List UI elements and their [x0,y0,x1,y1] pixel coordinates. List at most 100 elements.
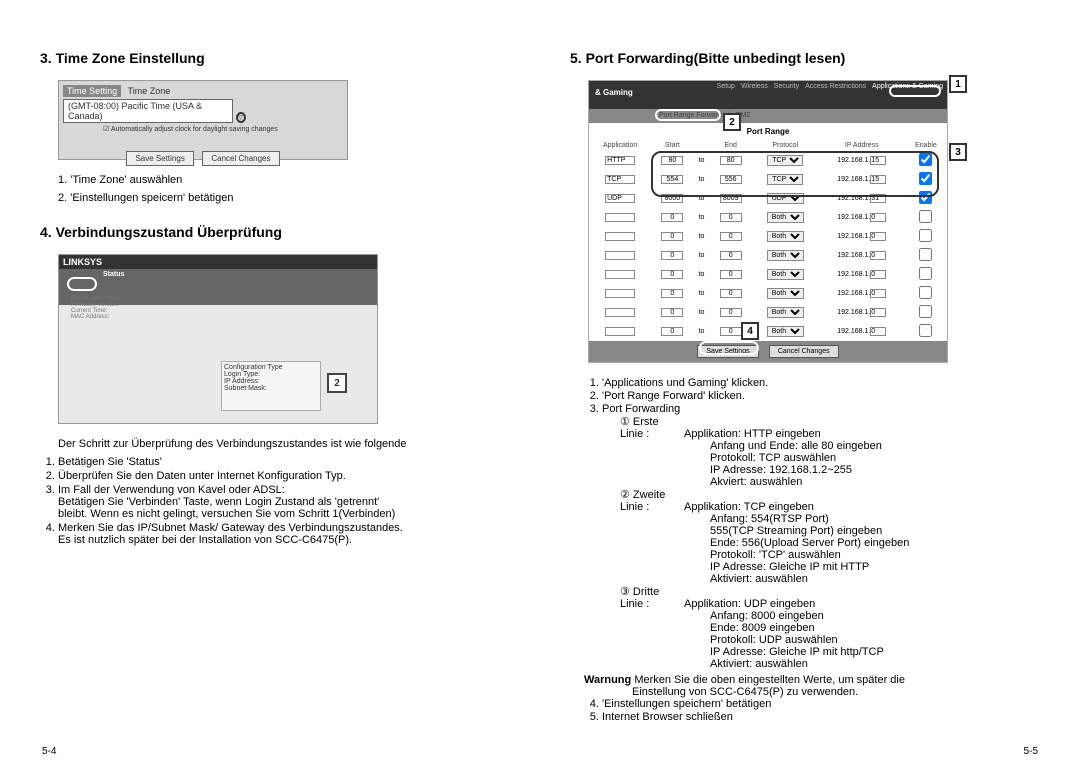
ip-input[interactable] [870,289,886,298]
tz-note2: 2. 'Einstellungen speicern' betätigen [58,192,510,204]
s4-intro: Der Schritt zur Überprüfung des Verbindu… [58,438,510,450]
enable-checkbox[interactable] [919,248,932,261]
protocol-select[interactable]: TCP [767,155,803,166]
s5-list: 'Applications und Gaming' klicken. 'Port… [602,377,1040,670]
sec4-title: 4. Verbindungszustand Überprüfung [40,224,510,240]
list-item: Im Fall der Verwendung von Kavel oder AD… [58,484,510,520]
enable-checkbox[interactable] [919,210,932,223]
end-input[interactable] [720,251,742,260]
save-oval [699,341,759,355]
list-item: 'Einstellungen speichern' betätigen [602,698,1040,710]
protocol-select[interactable]: UDP [767,193,804,204]
table-row: toBoth192.168.1. [589,284,947,303]
callout-2: 2 [327,373,347,393]
app-input[interactable] [605,232,635,241]
warning-line: Warnung Merken Sie die oben eingestellte… [584,674,1040,686]
table-row: toBoth192.168.1. [589,227,947,246]
start-input[interactable] [661,175,683,184]
status-oval [67,277,97,291]
enable-checkbox[interactable] [919,153,932,166]
enable-checkbox[interactable] [919,324,932,337]
s4-list: Betätigen Sie 'Status' Überprüfen Sie de… [58,456,510,546]
end-input[interactable] [720,327,742,336]
start-input[interactable] [661,251,683,260]
enable-checkbox[interactable] [919,305,932,318]
start-input[interactable] [661,213,683,222]
right-page: 5. Port Forwarding(Bitte unbedingt lesen… [570,50,1040,745]
protocol-select[interactable]: Both [767,288,804,299]
enable-checkbox[interactable] [919,267,932,280]
app-input[interactable] [605,213,635,222]
end-input[interactable] [720,270,742,279]
timezone-dropdown[interactable]: (GMT-08:00) Pacific Time (USA & Canada) [63,99,233,123]
end-input[interactable] [720,308,742,317]
list-item: 'Applications und Gaming' klicken. [602,377,1040,389]
start-input[interactable] [661,232,683,241]
list-item: Merken Sie das IP/Subnet Mask/ Gateway d… [58,522,510,546]
portforward-screenshot: & Gaming SetupWirelessSecurityAccess Res… [588,80,948,363]
protocol-select[interactable]: Both [767,269,804,280]
end-input[interactable] [720,232,742,241]
protocol-select[interactable]: Both [767,326,804,337]
enable-checkbox[interactable] [919,191,932,204]
ip-input[interactable] [870,194,886,203]
app-input[interactable] [605,270,635,279]
app-input[interactable] [605,327,635,336]
status-content: Router InformationFirmware Version:Curre… [59,288,377,328]
app-input[interactable] [605,289,635,298]
port-range-header: Port Range [589,123,947,136]
cancel-button[interactable]: Cancel Changes [202,151,279,166]
ip-input[interactable] [870,175,886,184]
end-input[interactable] [720,194,742,203]
timezone-screenshot: Time Setting Time Zone (GMT-08:00) Pacif… [58,80,348,160]
ip-input[interactable] [870,213,886,222]
protocol-select[interactable]: Both [767,250,804,261]
app-input[interactable] [605,194,635,203]
app-input[interactable] [605,156,635,165]
end-input[interactable] [720,175,742,184]
end-input[interactable] [720,213,742,222]
ip-input[interactable] [870,232,886,241]
end-input[interactable] [720,156,742,165]
protocol-select[interactable]: Both [767,307,804,318]
tz-note1: 1. 'Time Zone' auswählen [58,174,510,186]
app-input[interactable] [605,175,635,184]
page-num-left: 5-4 [42,746,56,757]
list-item: 'Port Range Forward' klicken. [602,390,1040,402]
table-row: toBoth192.168.1. [589,303,947,322]
protocol-select[interactable]: Both [767,231,804,242]
ip-input[interactable] [870,308,886,317]
cancel-button[interactable]: Cancel Changes [769,345,839,358]
ip-input[interactable] [870,270,886,279]
start-input[interactable] [661,270,683,279]
start-input[interactable] [661,289,683,298]
app-input[interactable] [605,308,635,317]
ip-input[interactable] [870,156,886,165]
status-screenshot: LINKSYS Status Router InformationFirmwar… [58,254,378,424]
start-input[interactable] [661,327,683,336]
list-item: Betätigen Sie 'Status' [58,456,510,468]
ip-input[interactable] [870,327,886,336]
start-input[interactable] [661,308,683,317]
callout-2: 2 [723,113,741,131]
enable-checkbox[interactable] [919,229,932,242]
ip-input[interactable] [870,251,886,260]
brand-label: LINKSYS [59,255,377,269]
config-box: Configuration TypeLogin Type:IP Address:… [221,361,321,411]
protocol-select[interactable]: TCP [767,174,803,185]
app-input[interactable] [605,251,635,260]
gaming-label: & Gaming [595,88,633,97]
callout-1: 1 [949,75,967,93]
port-footer: Save Settings Cancel Changes [589,341,947,362]
start-input[interactable] [661,156,683,165]
sec3-title: 3. Time Zone Einstellung [40,50,510,66]
save-button[interactable]: Save Settings [126,151,193,166]
callout-3: 3 [949,143,967,161]
enable-checkbox[interactable] [919,172,932,185]
enable-checkbox[interactable] [919,286,932,299]
end-input[interactable] [720,289,742,298]
start-input[interactable] [661,194,683,203]
protocol-select[interactable]: Both [767,212,804,223]
dropdown-icon: ▽ [236,112,246,123]
status-selected: Status [103,271,124,278]
